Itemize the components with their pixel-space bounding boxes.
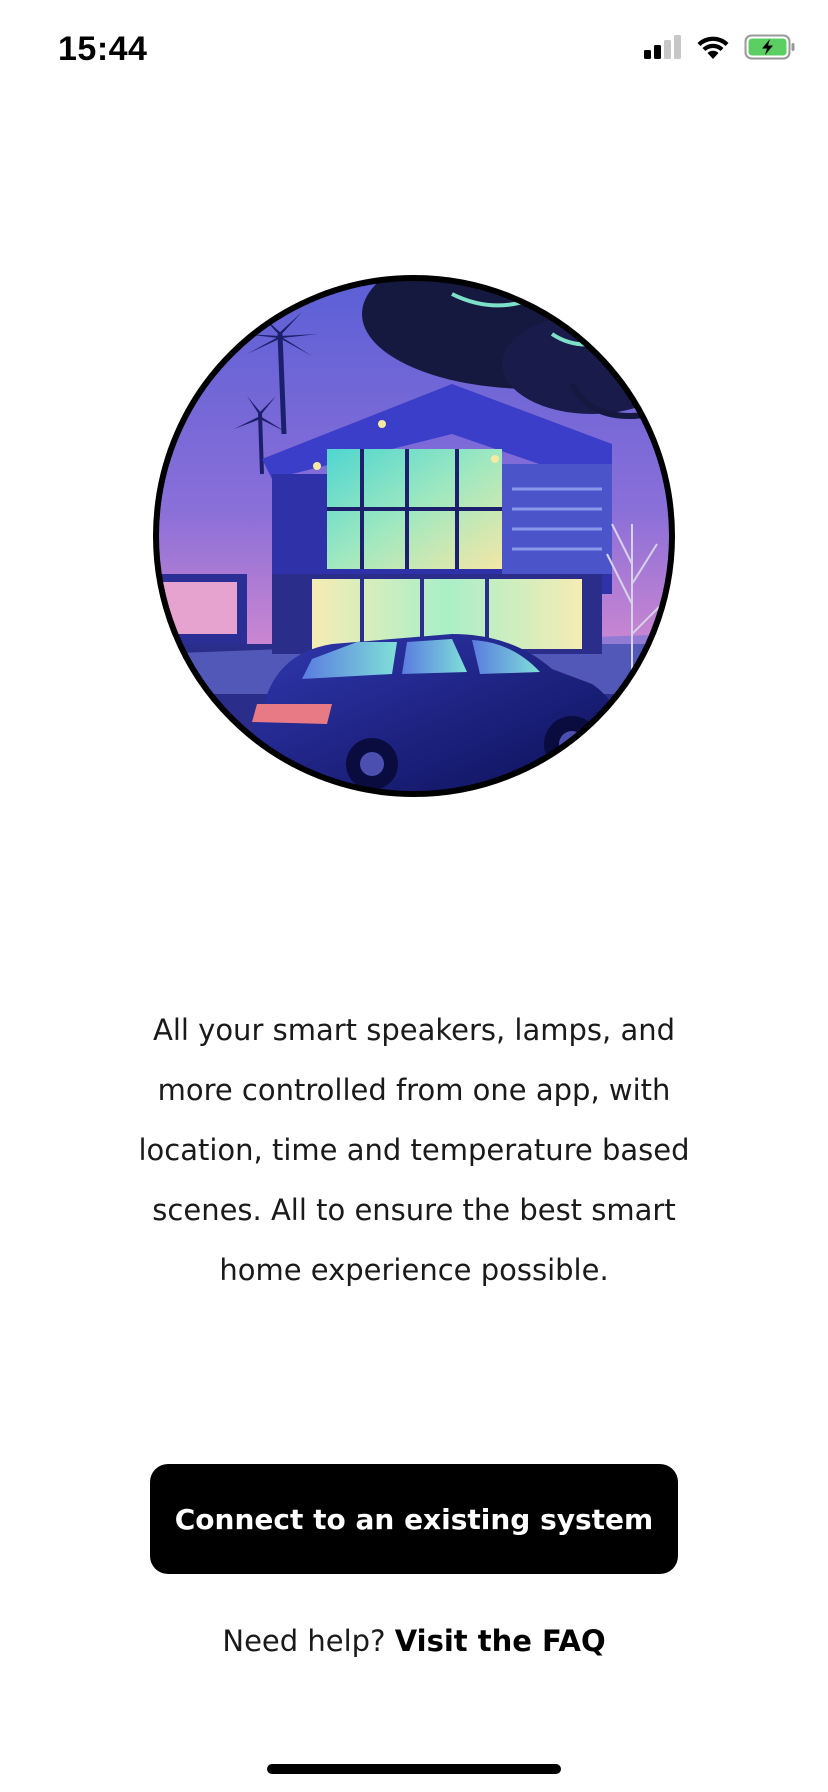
- status-icons: [644, 34, 796, 64]
- intro-description: All your smart speakers, lamps, and more…: [138, 1013, 690, 1287]
- status-time: 15:44: [58, 30, 148, 68]
- battery-charging-icon: [744, 34, 796, 64]
- smart-home-illustration: [152, 274, 676, 798]
- home-indicator[interactable]: [267, 1764, 561, 1774]
- help-prefix: Need help?: [222, 1624, 386, 1658]
- visit-faq-link[interactable]: Visit the FAQ: [395, 1624, 606, 1658]
- wifi-icon: [696, 34, 730, 64]
- connect-existing-system-button[interactable]: Connect to an existing system: [150, 1464, 678, 1574]
- cellular-signal-icon: [644, 35, 682, 63]
- welcome-screen: 15:44 All your smart speakers, lamps, an…: [0, 0, 828, 1792]
- status-bar: 15:44: [0, 0, 828, 100]
- help-line: Need help? Visit the FAQ: [0, 1624, 828, 1658]
